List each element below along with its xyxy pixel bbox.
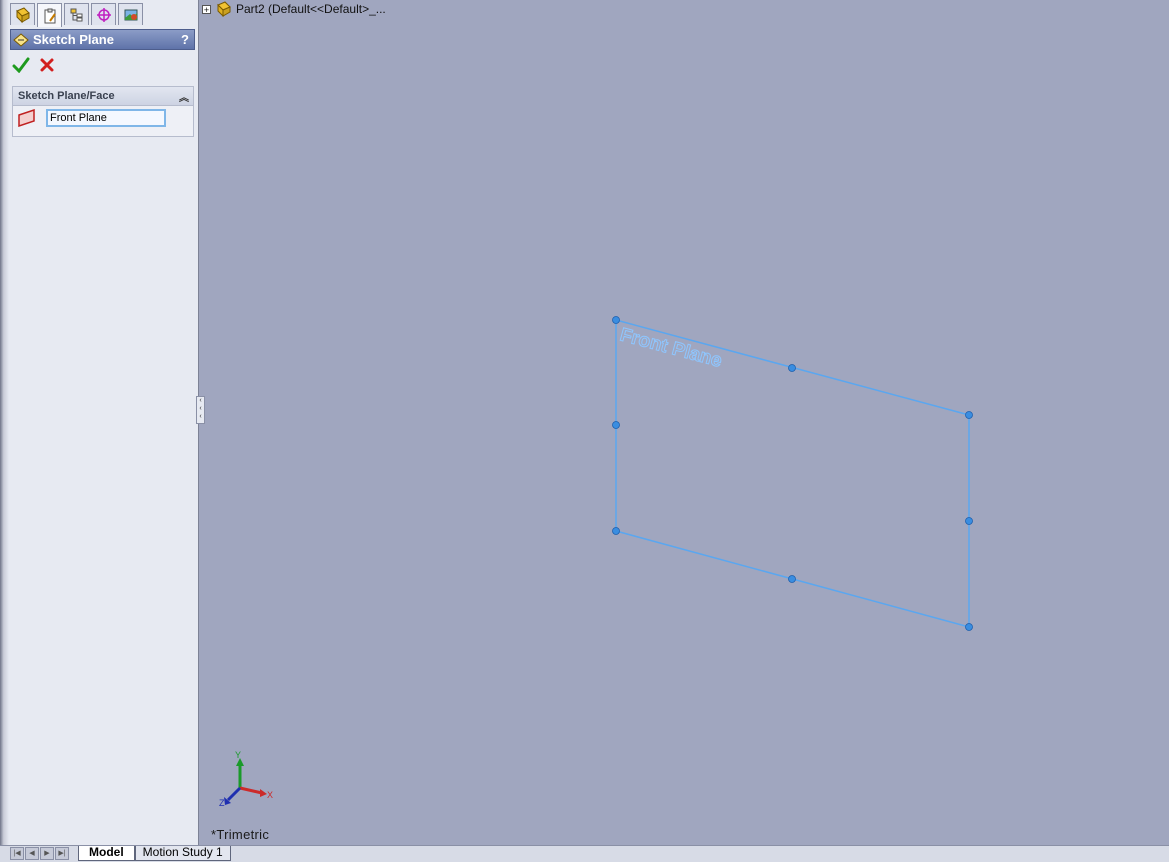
tab-model[interactable]: Model xyxy=(78,846,135,861)
prev-tab-button[interactable]: ◀ xyxy=(25,847,39,860)
first-tab-button[interactable]: |◀ xyxy=(10,847,24,860)
tab-motion-study-1[interactable]: Motion Study 1 xyxy=(134,846,231,861)
handle-mid-right[interactable] xyxy=(965,517,973,525)
triad-z-label: Z xyxy=(219,798,225,808)
tab-scroll-buttons: |◀ ◀ ▶ ▶| xyxy=(10,847,69,860)
reference-triad: Y X Z xyxy=(219,750,273,808)
handle-corner-top-left[interactable] xyxy=(612,316,620,324)
triad-y-label: Y xyxy=(235,750,241,760)
triad-x-label: X xyxy=(267,790,273,800)
handle-corner-bottom-left[interactable] xyxy=(612,527,620,535)
plane-handles xyxy=(612,316,973,631)
graphics-viewport[interactable]: Front Plane Y X Z xyxy=(0,0,1169,845)
next-tab-button[interactable]: ▶ xyxy=(40,847,54,860)
view-orientation-label: *Trimetric xyxy=(211,827,270,842)
handle-mid-left[interactable] xyxy=(612,421,620,429)
bottom-tab-strip: |◀ ◀ ▶ ▶| Model Motion Study 1 xyxy=(0,845,1169,862)
handle-corner-top-right[interactable] xyxy=(965,411,973,419)
last-tab-button[interactable]: ▶| xyxy=(55,847,69,860)
study-tabs: Model Motion Study 1 xyxy=(78,846,231,861)
handle-mid-bottom[interactable] xyxy=(788,575,796,583)
handle-corner-bottom-right[interactable] xyxy=(965,623,973,631)
handle-mid-top[interactable] xyxy=(788,364,796,372)
front-plane-label: Front Plane xyxy=(618,325,724,372)
